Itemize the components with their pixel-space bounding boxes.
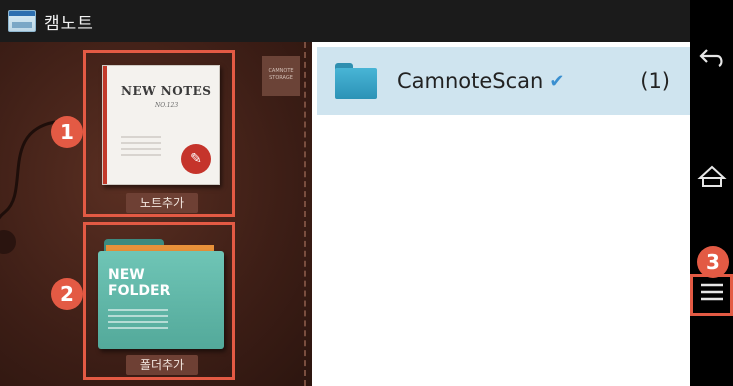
back-arrow-icon	[698, 49, 723, 67]
home-icon	[696, 165, 727, 187]
camnote-app-icon	[8, 10, 36, 32]
home-button[interactable]	[690, 160, 733, 200]
folder-icon	[335, 63, 377, 99]
callout-marker-3: 3	[697, 246, 729, 278]
notes-cover-title: NEW NOTES	[121, 84, 212, 98]
add-note-label[interactable]: 노트추가	[126, 193, 198, 213]
folder-item-count: (1)	[640, 69, 670, 93]
callout-marker-2: 2	[51, 278, 83, 310]
camnote-storage-tab[interactable]: CAMNOTE STORAGE	[262, 56, 300, 96]
app-title: 캠노트	[44, 13, 94, 34]
folder-list-panel: CamnoteScan ✔ (1)	[312, 42, 690, 386]
new-folder-cover[interactable]: NEW FOLDER	[98, 239, 224, 349]
list-item[interactable]: CamnoteScan ✔ (1)	[317, 47, 690, 115]
stitch-line	[304, 42, 306, 386]
title-bar: 캠노트	[0, 0, 690, 42]
notes-cover-number: NO.123	[155, 102, 179, 109]
pen-nib-icon: ✎	[181, 144, 211, 174]
back-button[interactable]	[690, 44, 733, 84]
notebook-shelf-panel: CAMNOTE STORAGE NEW NOTES NO.123 ✎ 노트추가 …	[0, 42, 312, 386]
navigation-bar	[690, 0, 733, 386]
callout-marker-1: 1	[51, 116, 83, 148]
add-folder-card[interactable]: NEW FOLDER 폴더추가	[83, 222, 235, 380]
hamburger-menu-icon	[700, 283, 723, 301]
folder-cover-title-line1: NEW	[108, 267, 145, 283]
folder-name: CamnoteScan	[397, 69, 544, 93]
add-note-card[interactable]: NEW NOTES NO.123 ✎ 노트추가	[83, 50, 235, 217]
add-folder-label[interactable]: 폴더추가	[126, 355, 198, 375]
folder-cover-title-line2: FOLDER	[108, 283, 171, 299]
menu-button[interactable]	[690, 274, 733, 316]
new-notes-cover[interactable]: NEW NOTES NO.123 ✎	[102, 65, 220, 185]
check-icon[interactable]: ✔	[549, 71, 564, 92]
